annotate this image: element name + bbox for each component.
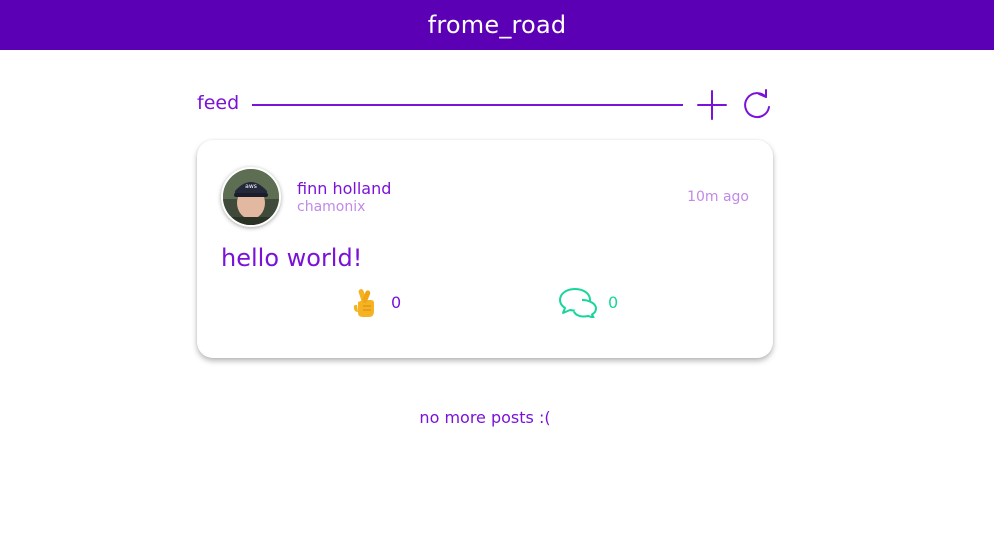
comments-button[interactable]: 0: [558, 286, 618, 318]
feed-label: feed: [197, 92, 240, 114]
post-body: hello world!: [221, 244, 363, 272]
fingers-crossed-button[interactable]: 0: [349, 286, 401, 318]
feed-divider: [252, 104, 683, 106]
no-more-posts-text: no more posts :(: [419, 408, 551, 427]
comment-count: 0: [608, 292, 619, 312]
refresh-button[interactable]: [740, 88, 774, 122]
app-header: frome_road: [0, 0, 994, 50]
avatar[interactable]: aws: [221, 167, 281, 227]
app-title: frome_road: [427, 11, 567, 39]
svg-text:aws: aws: [245, 183, 257, 190]
crossed-fingers-icon: [353, 289, 374, 317]
post-card: aws finn holland chamonix 10m ago hello …: [197, 140, 773, 358]
author-location: chamonix: [297, 199, 366, 215]
comment-bubbles-icon: [559, 288, 597, 318]
post-timestamp: 10m ago: [687, 189, 749, 205]
fingers-crossed-count: 0: [391, 292, 402, 312]
add-post-button[interactable]: [695, 88, 729, 122]
plus-icon: [697, 90, 727, 120]
feed-header: feed: [197, 86, 773, 124]
refresh-icon: [744, 89, 770, 119]
avatar-image: aws: [223, 169, 279, 225]
author-name[interactable]: finn holland: [297, 179, 391, 198]
